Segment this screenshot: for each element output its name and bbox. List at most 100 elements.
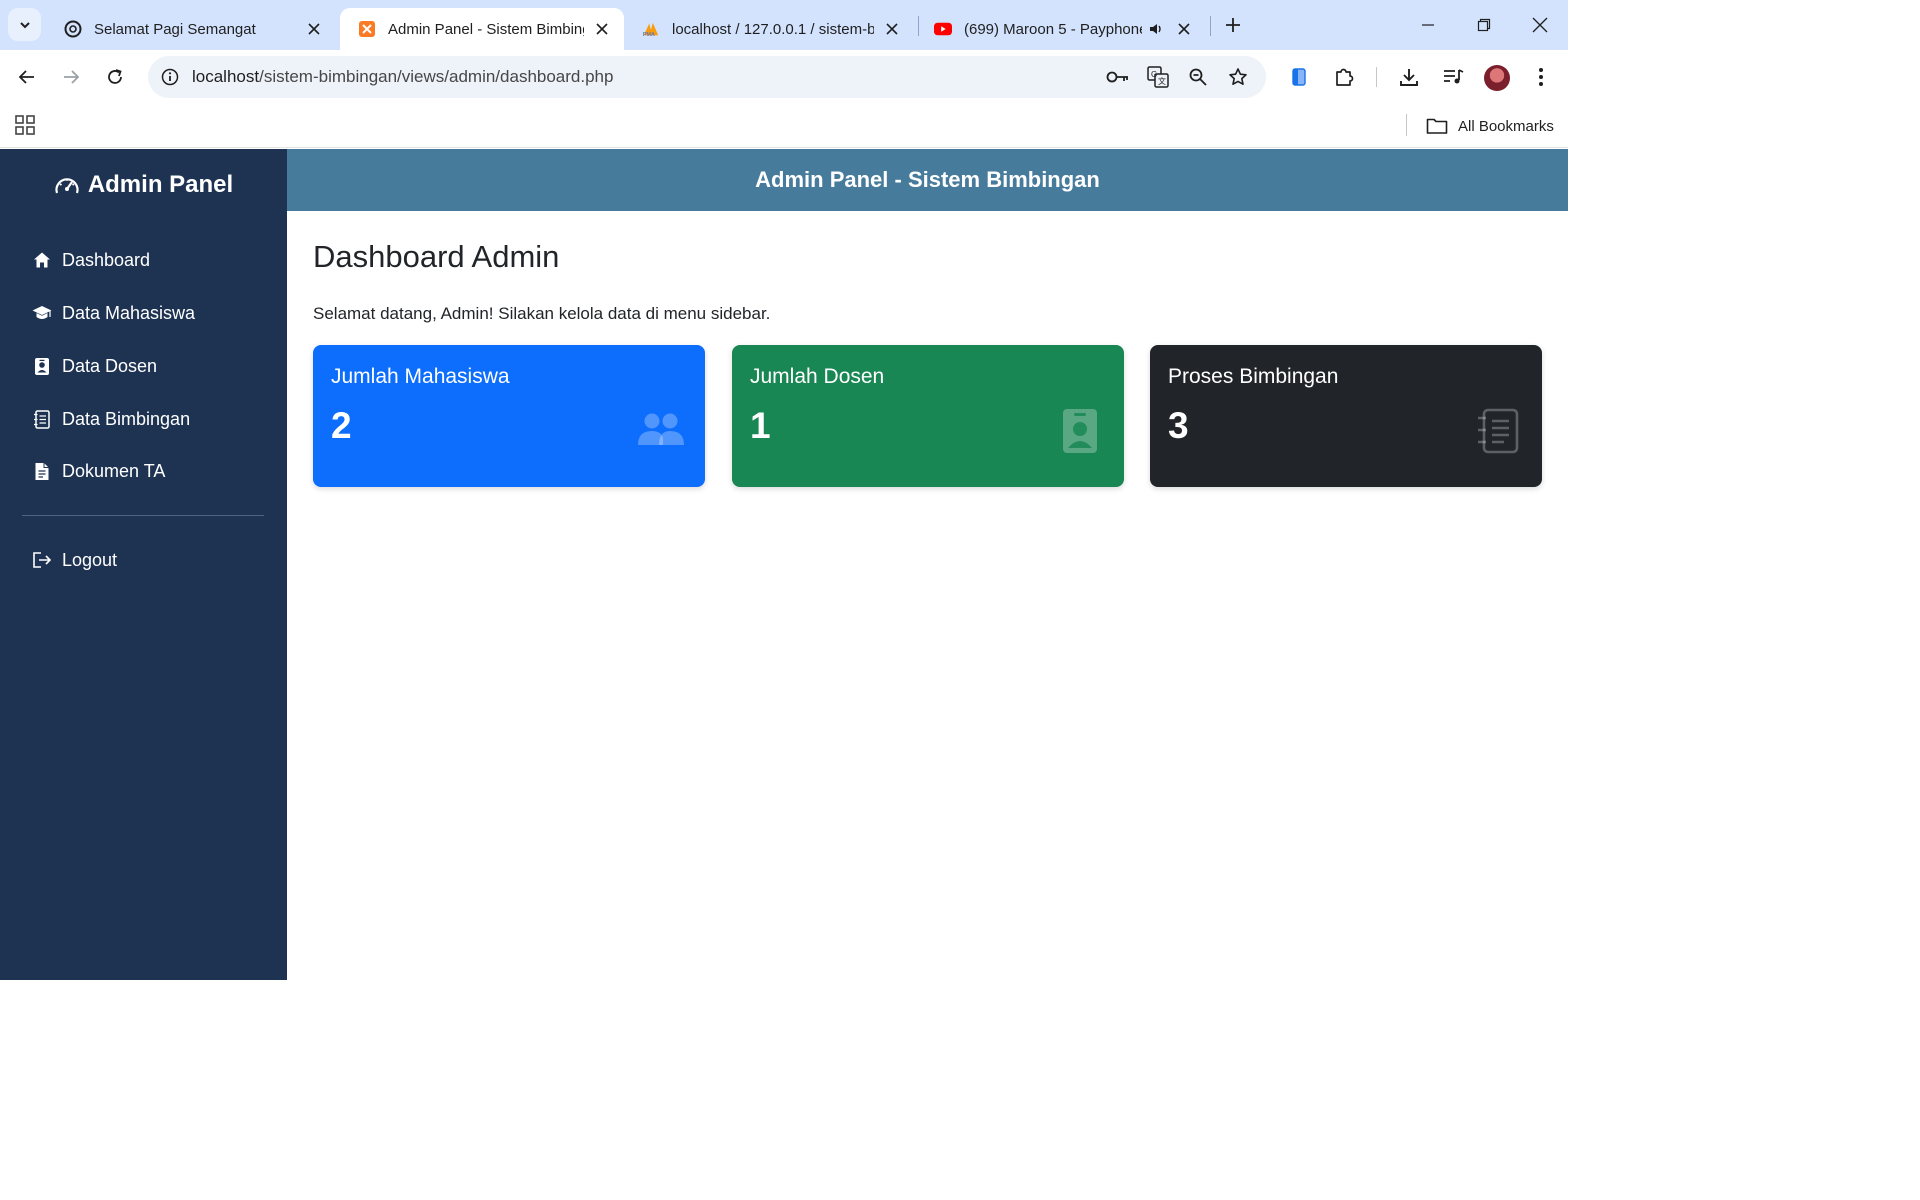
chevron-down-icon	[19, 21, 30, 28]
openai-icon	[64, 20, 82, 38]
card-jumlah-dosen: Jumlah Dosen 1	[732, 345, 1124, 487]
sidebar-item-label: Data Bimbingan	[62, 408, 191, 429]
reload-icon	[108, 69, 122, 84]
tab-admin-panel[interactable]: Admin Panel - Sistem Bimbingan	[340, 8, 624, 50]
phpmyadmin-icon: PMA	[642, 20, 660, 38]
minimize-button[interactable]	[1400, 8, 1456, 42]
plus-icon	[1226, 18, 1240, 32]
sidebar-item-label: Data Dosen	[62, 355, 158, 376]
sidebar-item-dashboard[interactable]: Dashboard	[32, 245, 150, 275]
arrow-left-icon	[18, 70, 34, 84]
svg-text:G: G	[1151, 70, 1157, 79]
main-content: Dashboard Admin Selamat datang, Admin! S…	[287, 211, 1568, 980]
toolbar-separator	[1376, 67, 1377, 87]
tab-title: Selamat Pagi Semangat	[94, 20, 256, 38]
card-value: 2	[331, 405, 352, 446]
extensions-icon[interactable]	[1330, 63, 1358, 91]
card-proses-bimbingan: Proses Bimbingan 3	[1150, 345, 1542, 487]
logout-label: Logout	[62, 549, 118, 570]
browser-menu-icon[interactable]	[1527, 63, 1555, 91]
password-key-icon[interactable]	[1106, 65, 1130, 89]
bookmarks-separator	[1406, 114, 1407, 136]
minimize-icon	[1422, 24, 1434, 26]
restore-button[interactable]	[1456, 8, 1512, 42]
card-title: Proses Bimbingan	[1168, 365, 1339, 388]
tab-title: Admin Panel - Sistem Bimbingan	[388, 20, 584, 38]
card-title: Jumlah Dosen	[750, 365, 885, 388]
zoom-icon[interactable]	[1186, 65, 1210, 89]
close-icon	[1532, 17, 1548, 33]
card-jumlah-mahasiswa: Jumlah Mahasiswa 2	[313, 345, 705, 487]
tab-youtube[interactable]: (699) Maroon 5 - Payphone	[916, 8, 1206, 50]
tab-sidepanel-icon[interactable]	[1285, 63, 1313, 91]
reload-button[interactable]	[99, 61, 131, 93]
new-tab-button[interactable]	[1220, 12, 1246, 38]
tab-separator	[1210, 16, 1211, 36]
person-badge-icon	[1056, 407, 1104, 455]
url-host: localhost	[192, 67, 260, 86]
browser-toolbar: localhost/sistem-bimbingan/views/admin/d…	[0, 50, 1568, 104]
tab-title: (699) Maroon 5 - Payphone	[964, 20, 1142, 38]
apps-grid-icon[interactable]	[14, 114, 36, 136]
home-icon	[32, 250, 52, 270]
people-icon	[637, 407, 685, 455]
tab-selamat-pagi[interactable]: Selamat Pagi Semangat	[46, 8, 336, 50]
youtube-icon	[934, 20, 952, 38]
sidebar-item-label: Dokumen TA	[62, 460, 166, 481]
sidebar-item-data-bimbingan[interactable]: Data Bimbingan	[32, 404, 190, 434]
forward-button[interactable]	[55, 61, 87, 93]
id-badge-icon	[32, 356, 52, 376]
arrow-right-icon	[64, 70, 80, 84]
sidebar-item-data-dosen[interactable]: Data Dosen	[32, 351, 157, 381]
restore-icon	[1477, 18, 1491, 32]
journal-icon	[1474, 407, 1522, 455]
translate-icon[interactable]: G文	[1146, 65, 1170, 89]
sidebar-brand[interactable]: Admin Panel	[0, 171, 287, 199]
sidebar-item-data-mahasiswa[interactable]: Data Mahasiswa	[32, 298, 195, 328]
tab-title: localhost / 127.0.0.1 / sistem-bimbingan	[672, 20, 874, 38]
folder-icon	[1426, 118, 1448, 134]
journal-list-icon	[32, 409, 52, 429]
card-value: 3	[1168, 405, 1189, 446]
sidebar-item-dokumen-ta[interactable]: Dokumen TA	[32, 456, 165, 486]
all-bookmarks-label: All Bookmarks	[1458, 117, 1554, 135]
svg-text:文: 文	[1158, 76, 1166, 86]
sidebar-item-logout[interactable]: Logout	[32, 545, 117, 575]
close-tab-icon[interactable]	[304, 19, 324, 39]
site-info-icon[interactable]	[158, 65, 182, 89]
card-title: Jumlah Mahasiswa	[331, 365, 510, 388]
address-bar[interactable]: localhost/sistem-bimbingan/views/admin/d…	[148, 56, 1266, 98]
speedometer-icon	[55, 178, 79, 194]
close-tab-icon[interactable]	[592, 19, 612, 39]
welcome-text: Selamat datang, Admin! Silakan kelola da…	[313, 304, 771, 323]
bookmark-star-icon[interactable]	[1226, 65, 1250, 89]
graduation-cap-icon	[32, 303, 52, 323]
page-header: Admin Panel - Sistem Bimbingan	[287, 149, 1568, 211]
media-control-icon[interactable]	[1439, 63, 1467, 91]
header-title: Admin Panel - Sistem Bimbingan	[755, 167, 1100, 192]
speaker-icon[interactable]	[1146, 19, 1166, 39]
sidebar: Admin Panel Dashboard Data Mahasiswa Dat…	[0, 149, 287, 980]
sidebar-divider	[22, 515, 264, 516]
tab-phpmyadmin[interactable]: PMA localhost / 127.0.0.1 / sistem-bimbi…	[624, 8, 914, 50]
document-icon	[32, 461, 52, 481]
page-title: Dashboard Admin	[313, 239, 560, 274]
close-tab-icon[interactable]	[1174, 19, 1194, 39]
xampp-icon	[358, 20, 376, 38]
back-button[interactable]	[11, 61, 43, 93]
tab-strip: Selamat Pagi Semangat Admin Panel - Sist…	[0, 0, 1568, 50]
sidebar-item-label: Data Mahasiswa	[62, 302, 196, 323]
all-bookmarks-button[interactable]: All Bookmarks	[1426, 113, 1554, 139]
url-text: localhost/sistem-bimbingan/views/admin/d…	[192, 67, 613, 87]
downloads-icon[interactable]	[1395, 63, 1423, 91]
profile-avatar[interactable]	[1484, 65, 1510, 91]
brand-label: Admin Panel	[87, 171, 234, 198]
svg-text:PMA: PMA	[643, 32, 655, 38]
bookmarks-bar: All Bookmarks	[0, 104, 1568, 148]
close-tab-icon[interactable]	[882, 19, 902, 39]
logout-icon	[32, 550, 52, 570]
tab-search-button[interactable]	[8, 8, 41, 41]
url-path: /sistem-bimbingan/views/admin/dashboard.…	[259, 67, 614, 86]
close-window-button[interactable]	[1512, 8, 1568, 42]
sidebar-item-label: Dashboard	[62, 249, 151, 270]
